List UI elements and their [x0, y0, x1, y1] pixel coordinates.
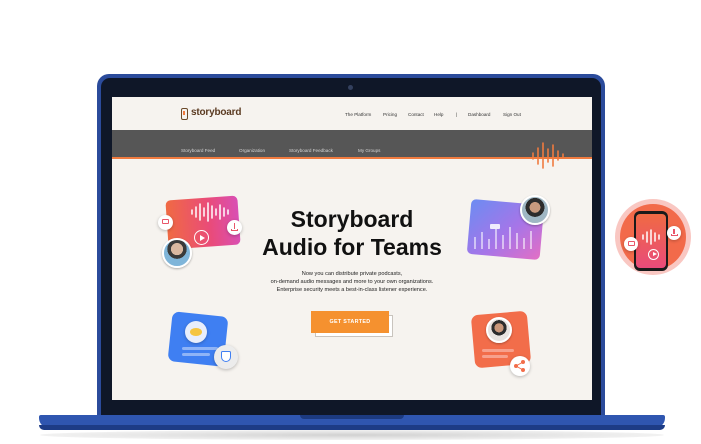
shield-icon — [214, 345, 238, 369]
hero-description-line2: on-demand audio messages and more to you… — [270, 279, 434, 285]
camera-icon — [348, 85, 353, 90]
placeholder-line — [182, 353, 210, 356]
avatar — [520, 195, 550, 225]
waveform-icon — [532, 142, 564, 169]
get-started-button[interactable]: GET STARTED — [311, 311, 389, 333]
nav-help[interactable]: Help — [434, 112, 443, 117]
chat-icon — [624, 237, 638, 251]
subnav-storyboard-feedback[interactable]: Storyboard Feedback — [289, 148, 333, 153]
nav-dashboard[interactable]: Dashboard — [468, 112, 490, 117]
share-icon[interactable] — [510, 356, 530, 376]
subnav-storyboard-feed[interactable]: Storyboard Feed — [181, 148, 215, 153]
avatar — [486, 317, 512, 343]
hero-title-line1: Storyboard — [290, 206, 414, 232]
laptop-base-edge — [39, 425, 665, 430]
chart-icon — [474, 224, 532, 249]
storyboard-logo-icon[interactable] — [181, 108, 188, 120]
download-icon[interactable] — [227, 220, 242, 235]
chat-icon[interactable] — [158, 215, 173, 230]
subnav-my-groups[interactable]: My Groups — [358, 148, 380, 153]
nav-contact[interactable]: Contact — [408, 112, 424, 117]
reaction-icon — [185, 321, 207, 343]
nav-separator: | — [456, 112, 458, 117]
placeholder-line — [482, 355, 508, 358]
play-icon[interactable] — [194, 230, 209, 245]
laptop-screen: storyboard The Platform Pricing Contact … — [112, 97, 592, 400]
hero-description-line3: Enterprise security meets a best-in-clas… — [276, 287, 428, 293]
placeholder-line — [482, 349, 514, 352]
nav-pricing[interactable]: Pricing — [383, 112, 397, 117]
placeholder-line — [182, 347, 218, 350]
nav-the-platform[interactable]: The Platform — [345, 112, 371, 117]
download-icon — [667, 226, 681, 240]
subnav-organization[interactable]: Organization — [239, 148, 265, 153]
hero-description-line1: Now you can distribute private podcasts, — [301, 271, 403, 277]
avatar — [162, 238, 192, 268]
waveform-icon — [642, 229, 660, 245]
play-icon — [648, 249, 659, 260]
hero-title-line2: Audio for Teams — [262, 234, 442, 260]
logo-text[interactable]: storyboard — [191, 107, 241, 118]
waveform-icon — [191, 202, 229, 222]
laptop-shadow — [40, 430, 664, 440]
nav-sign-out[interactable]: Sign Out — [503, 112, 521, 117]
laptop-notch — [300, 415, 404, 419]
subnav-accent-line — [112, 157, 592, 159]
